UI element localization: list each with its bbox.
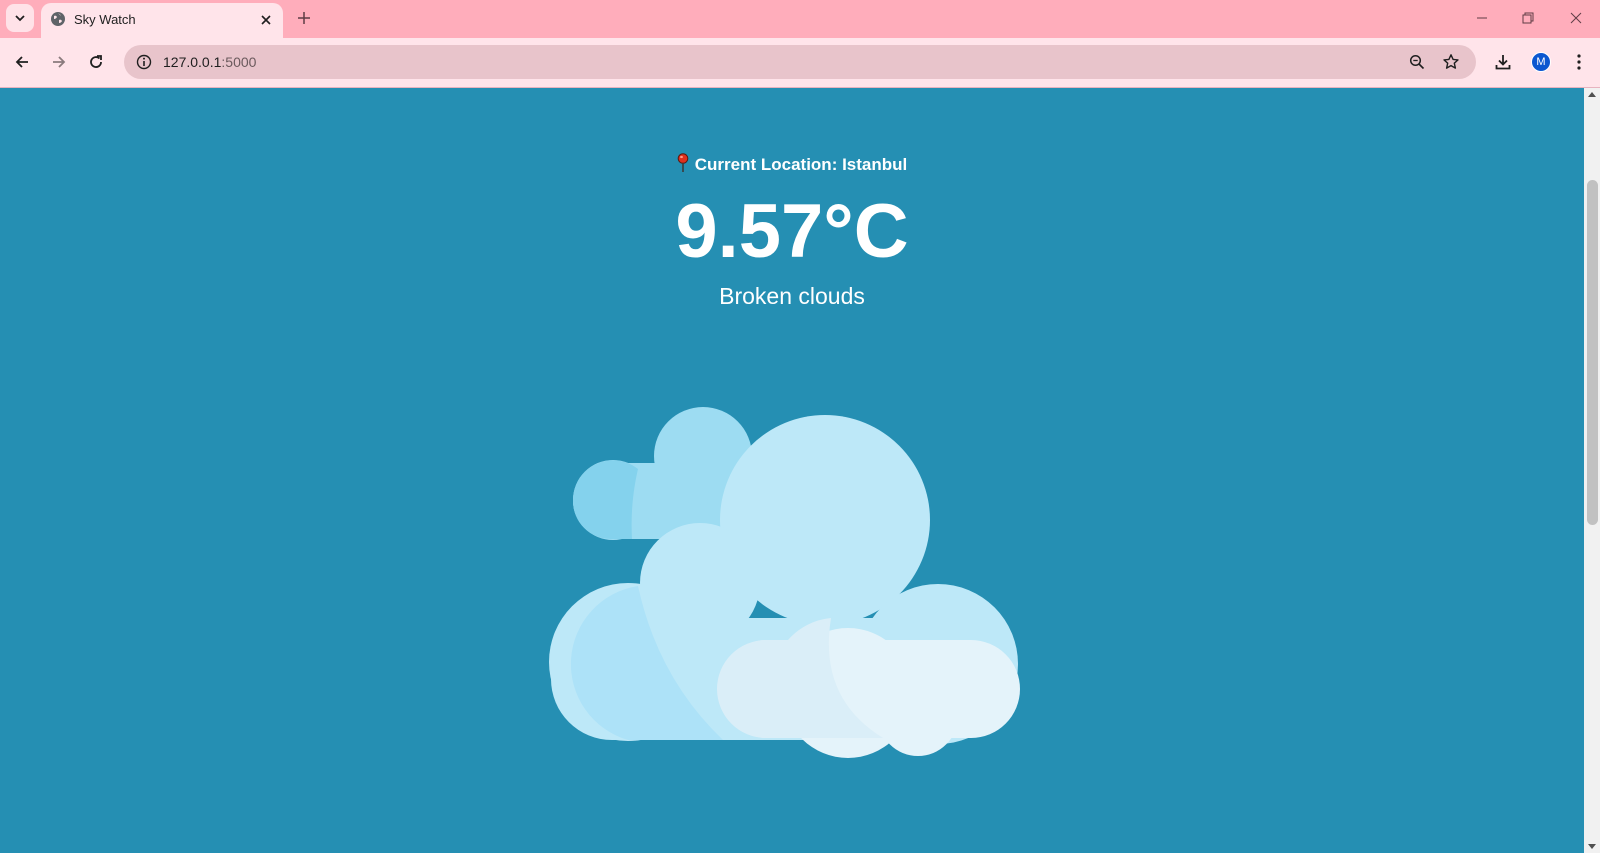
location-text: Current Location: Istanbul [694,155,908,174]
pushpin-icon [677,153,689,172]
browser-window: Sky Watch 127.0.0.1:5000 M Current Locat… [0,0,1600,853]
tab-close-button[interactable] [258,12,274,28]
new-tab-button[interactable] [294,8,314,28]
downloads-button[interactable] [1491,50,1515,74]
browser-toolbar: 127.0.0.1:5000 M [0,38,1600,88]
close-icon [261,15,271,25]
arrow-left-icon [15,56,28,68]
temperature-value: 9.57°C [675,189,909,274]
scroll-thumb[interactable] [1587,180,1598,525]
weather-page: Current Location: Istanbul 9.57°C Broken… [0,88,1584,853]
plus-icon [298,12,310,24]
tab-sky-watch[interactable]: Sky Watch [41,3,283,38]
scroll-down-arrow[interactable] [1588,844,1596,849]
tab-title: Sky Watch [74,12,136,27]
bookmark-button[interactable] [1439,50,1463,74]
zoom-button[interactable] [1405,50,1429,74]
tab-search-button[interactable] [6,4,34,32]
url-host: 127.0.0.1 [163,54,222,70]
weather-description: Broken clouds [719,283,865,309]
browser-menu-button[interactable] [1567,50,1591,74]
globe-icon [51,12,65,26]
restore-icon [1522,12,1534,24]
back-button[interactable] [10,50,34,74]
site-info-button[interactable] [132,50,156,74]
reload-button[interactable] [84,50,108,74]
arrow-right-icon [53,56,66,68]
zoom-icon [1409,54,1425,70]
restore-button[interactable] [1516,6,1540,30]
broken-clouds-icon [549,407,1020,758]
close-icon [1570,12,1582,24]
kebab-menu-icon [1577,54,1581,70]
reload-icon [90,55,102,68]
page-scrollbar[interactable] [1584,88,1600,853]
url-text: 127.0.0.1:5000 [163,54,256,70]
minimize-icon [1477,17,1487,19]
chevron-down-icon [15,15,25,22]
scroll-up-arrow[interactable] [1588,92,1596,97]
tab-strip: Sky Watch [0,0,1600,38]
url-port: :5000 [221,54,257,70]
download-icon [1495,55,1511,70]
close-window-button[interactable] [1564,6,1588,30]
info-icon [136,54,152,70]
profile-avatar[interactable]: M [1531,52,1551,72]
current-location: Current Location: Istanbul [0,153,1584,175]
star-icon [1443,54,1459,69]
forward-button[interactable] [47,50,71,74]
address-bar[interactable]: 127.0.0.1:5000 [124,45,1476,79]
minimize-button[interactable] [1470,6,1494,30]
